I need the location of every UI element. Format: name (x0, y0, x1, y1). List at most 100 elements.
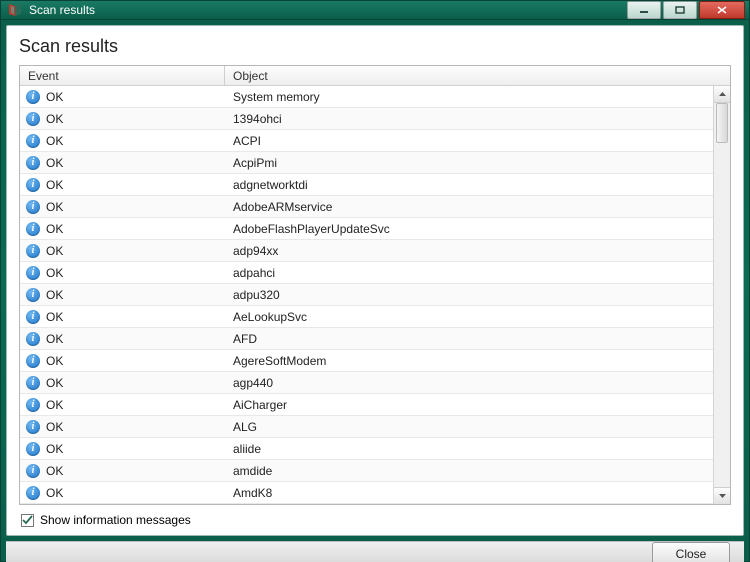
close-button[interactable]: Close (652, 542, 730, 562)
window-buttons (625, 1, 745, 19)
table-row[interactable]: iOKAgereSoftModem (20, 350, 713, 372)
info-icon: i (26, 178, 40, 192)
cell-object: AFD (225, 332, 713, 346)
footer-bar: Close (6, 541, 744, 562)
scroll-down-arrow[interactable] (714, 487, 730, 504)
vertical-scrollbar[interactable] (713, 86, 730, 504)
table-row[interactable]: iOKAdobeARMservice (20, 196, 713, 218)
table-row[interactable]: i OK adpu320 (20, 284, 713, 306)
info-icon: i (26, 288, 40, 302)
cell-event: iOK (20, 134, 225, 148)
event-status: OK (46, 442, 63, 456)
table-row[interactable]: i OK adpahci (20, 262, 713, 284)
cell-event: i OK (20, 376, 225, 390)
cell-event: iOK (20, 222, 225, 236)
table-row[interactable]: iOKaliide (20, 438, 713, 460)
event-status: OK (46, 200, 63, 214)
info-icon: i (26, 200, 40, 214)
cell-event: i OK (20, 288, 225, 302)
info-icon: i (26, 156, 40, 170)
column-header-event[interactable]: Event (20, 66, 225, 85)
cell-object: adgnetworktdi (225, 178, 713, 192)
info-icon: i (26, 112, 40, 126)
cell-object: adpahci (225, 266, 713, 280)
table-header: Event Object (20, 66, 730, 86)
table-row[interactable]: iOKamdide (20, 460, 713, 482)
event-status: OK (46, 112, 63, 126)
info-icon: i (26, 464, 40, 478)
event-status: OK (46, 376, 63, 390)
maximize-button[interactable] (663, 1, 697, 19)
cell-object: AdobeFlashPlayerUpdateSvc (225, 222, 713, 236)
table-row[interactable]: i OK adp94xx (20, 240, 713, 262)
event-status: OK (46, 420, 63, 434)
info-icon: i (26, 244, 40, 258)
event-status: OK (46, 332, 63, 346)
table-row[interactable]: iOKAdobeFlashPlayerUpdateSvc (20, 218, 713, 240)
event-status: OK (46, 310, 63, 324)
info-icon: i (26, 420, 40, 434)
table-row[interactable]: iOKAiCharger (20, 394, 713, 416)
scroll-thumb[interactable] (716, 103, 728, 143)
minimize-button[interactable] (627, 1, 661, 19)
titlebar[interactable]: Scan results (1, 1, 749, 20)
cell-event: iOK (20, 442, 225, 456)
window-title: Scan results (29, 3, 625, 17)
close-window-button[interactable] (699, 1, 745, 19)
event-status: OK (46, 398, 63, 412)
cell-object: AiCharger (225, 398, 713, 412)
table-row[interactable]: iOKACPI (20, 130, 713, 152)
app-icon (7, 2, 23, 18)
cell-event: i OK (20, 200, 225, 214)
show-info-label[interactable]: Show information messages (40, 513, 191, 527)
app-window: Scan results Scan results Event Object i… (0, 0, 750, 562)
cell-event: i OK (20, 464, 225, 478)
cell-object: ALG (225, 420, 713, 434)
info-icon: i (26, 310, 40, 324)
table-row[interactable]: i OK AFD (20, 328, 713, 350)
cell-object: AgereSoftModem (225, 354, 713, 368)
cell-object: agp440 (225, 376, 713, 390)
table-row[interactable]: iOK1394ohci (20, 108, 713, 130)
cell-event: i OK (20, 332, 225, 346)
info-icon: i (26, 376, 40, 390)
cell-object: adpu320 (225, 288, 713, 302)
event-status: OK (46, 266, 63, 280)
event-status: OK (46, 222, 63, 236)
table-row[interactable]: i OK agp440 (20, 372, 713, 394)
table-row[interactable]: i OK AcpiPmi (20, 152, 713, 174)
cell-object: aliide (225, 442, 713, 456)
cell-event: iOK (20, 354, 225, 368)
cell-event: i OK (20, 486, 225, 500)
table-body: iOKSystem memoryiOK1394ohciiOKACPIiOKAcp… (20, 86, 713, 504)
info-icon: i (26, 266, 40, 280)
event-status: OK (46, 464, 63, 478)
cell-event: iOK (20, 398, 225, 412)
event-status: OK (46, 486, 63, 500)
info-icon: i (26, 486, 40, 500)
table-row[interactable]: iOKAmdK8 (20, 482, 713, 504)
column-header-object[interactable]: Object (225, 66, 730, 85)
event-status: OK (46, 244, 63, 258)
event-status: OK (46, 90, 63, 104)
show-info-checkbox[interactable] (21, 514, 34, 527)
cell-event: i OK (20, 266, 225, 280)
table-row[interactable]: iOKadgnetworktdi (20, 174, 713, 196)
event-status: OK (46, 156, 63, 170)
cell-event: i OK (20, 420, 225, 434)
table-row[interactable]: iOKSystem memory (20, 86, 713, 108)
table-row[interactable]: i OK ALG (20, 416, 713, 438)
table-row[interactable]: i OK AeLookupSvc (20, 306, 713, 328)
cell-object: AcpiPmi (225, 156, 713, 170)
cell-object: adp94xx (225, 244, 713, 258)
cell-event: iOK (20, 90, 225, 104)
event-status: OK (46, 288, 63, 302)
scroll-up-arrow[interactable] (714, 86, 730, 103)
cell-event: i OK (20, 244, 225, 258)
info-icon: i (26, 332, 40, 346)
cell-object: AeLookupSvc (225, 310, 713, 324)
cell-event: i OK (20, 156, 225, 170)
cell-event: i OK (20, 310, 225, 324)
cell-event: iOK (20, 178, 225, 192)
scroll-track[interactable] (714, 103, 730, 487)
